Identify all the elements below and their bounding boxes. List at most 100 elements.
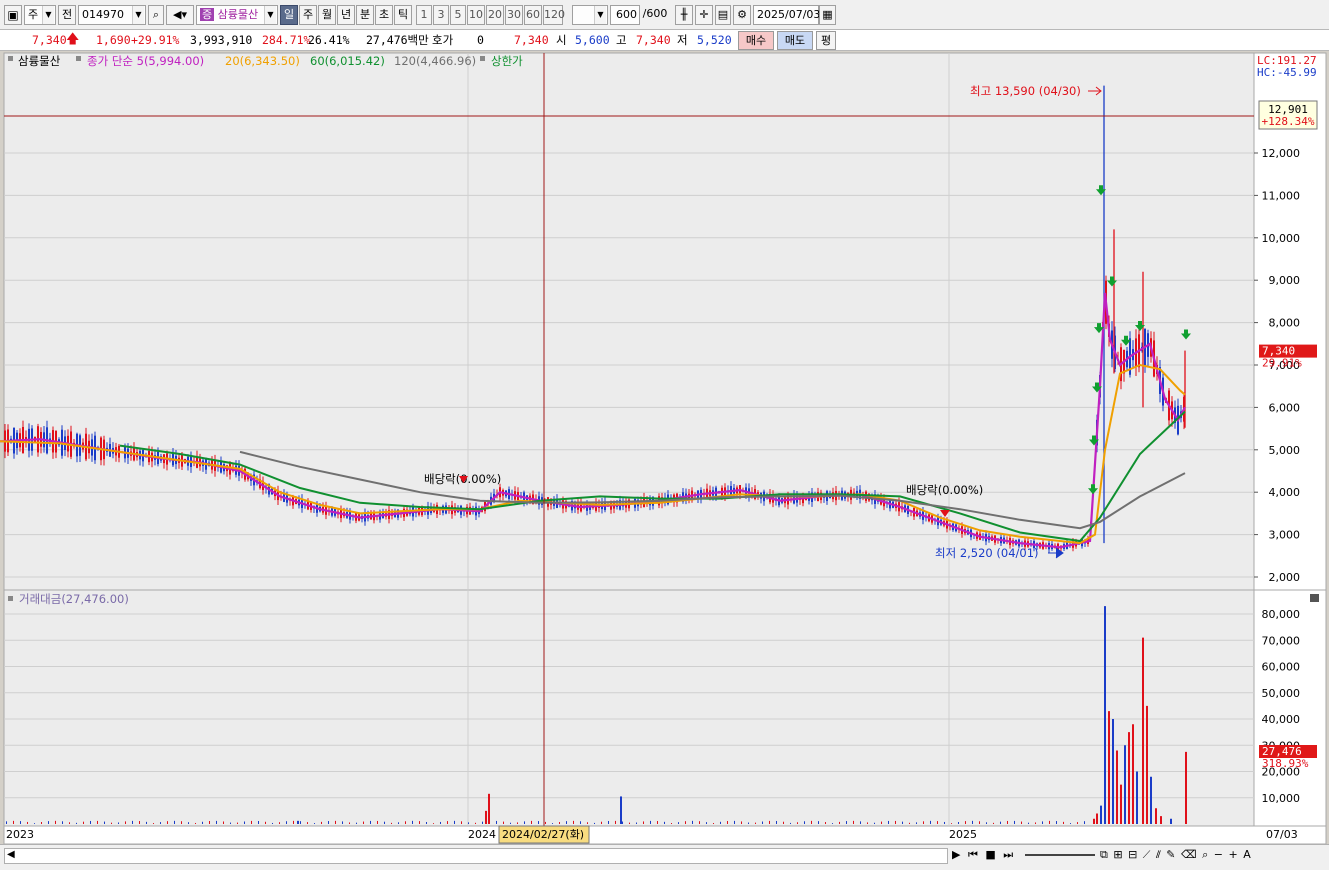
interval-button[interactable]: 20 [486, 5, 504, 25]
volume-bar [692, 820, 693, 824]
legend-title[interactable]: 삼륭물산 [18, 54, 61, 68]
magnify-icon[interactable]: ⌕ [1202, 848, 1209, 861]
legend-marker [480, 56, 485, 61]
volume-bar [1014, 820, 1015, 824]
ruler-icon[interactable]: ⊟ [1128, 848, 1138, 861]
volume-bar [1120, 784, 1122, 824]
zoom-in-icon[interactable]: + [1228, 848, 1238, 861]
volume-bar [377, 820, 378, 824]
legend-ma60[interactable]: 60(6,015.42) [310, 54, 385, 68]
volume-bar [223, 821, 224, 824]
interval-select[interactable]: ▼ [572, 5, 608, 25]
interval-button[interactable]: 5 [450, 5, 466, 25]
fibo-icon[interactable]: ⫽ [1156, 848, 1162, 861]
period-button[interactable]: 년 [337, 5, 355, 25]
volume-bar [853, 820, 854, 824]
volume-bar [748, 822, 749, 824]
prev-button[interactable]: 전 [58, 5, 76, 25]
eval-button[interactable]: 평 [816, 31, 836, 50]
buy-button[interactable]: 매수 [738, 31, 774, 50]
market-select[interactable]: 주 ▼ [24, 5, 56, 25]
date-input[interactable]: 2025/07/03 [753, 5, 820, 25]
volume-bar [258, 821, 259, 824]
volume-bar [629, 822, 630, 824]
legend-upper-limit[interactable]: 상한가 [491, 54, 523, 68]
amount: 27,476백만 [366, 33, 429, 47]
forward-icon[interactable]: ⏭ [1003, 848, 1015, 861]
volume-bar [825, 822, 826, 824]
text-icon[interactable]: A [1243, 848, 1252, 861]
speaker-icon[interactable]: ◀▾ [166, 5, 194, 25]
volume-bar [1104, 606, 1106, 824]
volume-bar [405, 821, 406, 824]
window-icon[interactable]: ▣ [4, 5, 22, 25]
volume-bar [783, 821, 784, 824]
copy-icon[interactable]: ⧉ [1100, 848, 1109, 861]
zoom-slider[interactable] [1025, 854, 1095, 856]
layout-icon[interactable]: ⊞ [1113, 848, 1123, 861]
volume-bar [986, 822, 987, 824]
search-icon[interactable]: ⌕ [148, 5, 164, 25]
interval-button[interactable]: 10 [467, 5, 485, 25]
volume-title[interactable]: 거래대금(27,476.00) [19, 592, 129, 606]
volume-bar [1142, 637, 1144, 824]
legend-ma120[interactable]: 120(4,466.96) [394, 54, 476, 68]
period-button[interactable]: 월 [318, 5, 336, 25]
interval-button[interactable]: 30 [505, 5, 523, 25]
trendline-icon[interactable]: ⟋ [1143, 848, 1152, 861]
volume-bar [811, 820, 812, 824]
volume-bar [930, 820, 931, 824]
sell-button[interactable]: 매도 [777, 31, 813, 50]
volume-bar [297, 820, 299, 824]
save-icon[interactable]: ▤ [715, 5, 731, 25]
legend-ma5[interactable]: 종가 단순 5(5,994.00) [87, 54, 204, 68]
pane-menu-icon[interactable] [1310, 594, 1319, 602]
period-button[interactable]: 초 [375, 5, 393, 25]
play-icon[interactable]: ▶ [952, 848, 962, 861]
open-label: 시 [556, 33, 567, 47]
period-button[interactable]: 분 [356, 5, 374, 25]
interval-button[interactable]: 1 [416, 5, 432, 25]
volume-bar [832, 823, 833, 824]
period-button[interactable]: 주 [299, 5, 317, 25]
volume-bar [97, 820, 98, 824]
stock-name-field[interactable]: 증 삼륭물산 ▼ [196, 5, 278, 25]
stop-icon[interactable]: ■ [985, 848, 997, 861]
volume-ratio: 284.71% [262, 33, 311, 47]
scroll-track[interactable]: ◀ [4, 848, 948, 864]
chart-scrollbar[interactable]: ◀ ▶ ⏮ ■ ⏭ ⧉ ⊞ ⊟ ⟋ ⫽ ✎ ⌫ ⌕ − + A [0, 844, 1329, 870]
stock-code-input[interactable]: 014970 ▼ [78, 5, 146, 25]
candle-icon[interactable]: ╫ [675, 5, 693, 25]
volume-bar [349, 822, 350, 824]
count-input[interactable]: 600 [610, 5, 640, 25]
eraser-icon[interactable]: ⌫ [1181, 848, 1198, 861]
volume-bar [1128, 732, 1130, 824]
pen-icon[interactable]: ✎ [1166, 848, 1176, 861]
scroll-left-icon[interactable]: ◀ [7, 849, 15, 860]
volume-bar [734, 820, 735, 824]
stock-chart[interactable]: 12,00011,00010,0009,0008,0007,0006,0005,… [0, 51, 1329, 844]
cursor-pct: +128.34% [1262, 115, 1315, 128]
volume-bar [342, 821, 343, 824]
interval-button[interactable]: 60 [524, 5, 542, 25]
volume-bar [461, 821, 462, 824]
zoom-out-icon[interactable]: − [1214, 848, 1224, 861]
market-label: 주 [28, 8, 39, 21]
price-tick-label: 3,000 [1269, 529, 1301, 542]
volume-bar [153, 823, 154, 824]
gear-icon[interactable]: ⚙ [733, 5, 751, 25]
interval-button[interactable]: 3 [433, 5, 449, 25]
crosshair-icon[interactable]: ✛ [695, 5, 713, 25]
volume-pane[interactable] [3, 589, 1255, 827]
volume-bar [398, 822, 399, 824]
interval-button[interactable]: 120 [543, 5, 565, 25]
volume-bar [923, 821, 924, 824]
volume-bar [1063, 821, 1064, 824]
legend-ma20[interactable]: 20(6,343.50) [225, 54, 300, 68]
volume-bar [559, 822, 560, 824]
price-tick-label: 10,000 [1262, 232, 1301, 245]
period-button[interactable]: 일 [280, 5, 298, 25]
calendar-icon[interactable]: ▦ [819, 5, 836, 25]
rewind-icon[interactable]: ⏮ [968, 848, 980, 861]
period-button[interactable]: 틱 [394, 5, 412, 25]
